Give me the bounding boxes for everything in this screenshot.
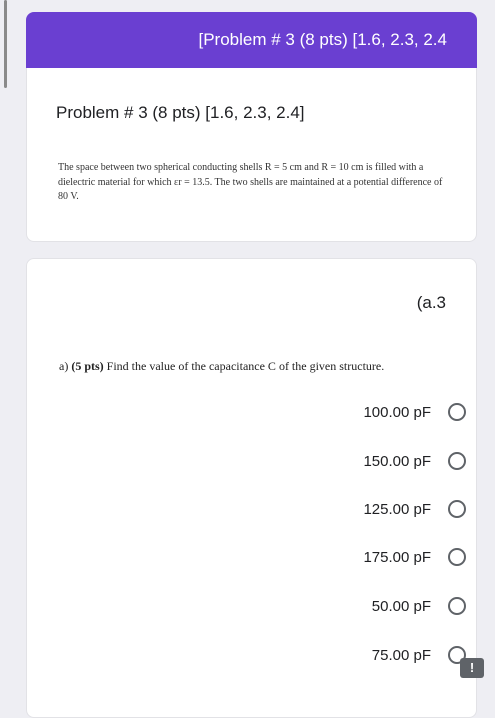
radio-button[interactable] — [448, 452, 466, 470]
question-body: Find the value of the capacitance C of t… — [106, 359, 385, 373]
option-1[interactable]: 100.00 pF — [363, 400, 466, 424]
radio-button[interactable] — [448, 548, 466, 566]
section-card: Problem # 3 (8 pts) [1.6, 2.3, 2.4] The … — [26, 68, 477, 242]
option-2[interactable]: 150.00 pF — [363, 449, 466, 473]
radio-button[interactable] — [448, 597, 466, 615]
option-label: 50.00 pF — [371, 597, 431, 615]
option-label: 75.00 pF — [371, 646, 431, 664]
option-label: 175.00 pF — [363, 548, 431, 566]
radio-button[interactable] — [448, 500, 466, 518]
option-3[interactable]: 125.00 pF — [363, 497, 466, 521]
option-label: 125.00 pF — [363, 500, 431, 518]
section-header: [Problem # 3 (8 pts) [1.6, 2.3, 2.4 — [26, 12, 477, 68]
question-tag: (a.3 — [416, 293, 446, 312]
option-5[interactable]: 50.00 pF — [372, 594, 466, 618]
question-points: (5 pts) — [71, 359, 104, 373]
question-text: a) (5 pts) Find the value of the capacit… — [59, 359, 459, 374]
section-title: Problem # 3 (8 pts) [1.6, 2.3, 2.4] — [56, 103, 305, 122]
option-label: 100.00 pF — [363, 403, 431, 421]
section-header-title: [Problem # 3 (8 pts) [1.6, 2.3, 2.4 — [198, 30, 447, 49]
scroll-indicator — [4, 0, 7, 88]
option-6[interactable]: 75.00 pF — [372, 643, 466, 667]
option-4[interactable]: 175.00 pF — [363, 545, 466, 569]
exclamation-icon[interactable]: ! — [460, 658, 484, 678]
option-label: 150.00 pF — [363, 452, 431, 470]
section-description: The space between two spherical conducti… — [58, 162, 443, 202]
question-prefix: a) — [59, 359, 69, 373]
radio-button[interactable] — [448, 403, 466, 421]
